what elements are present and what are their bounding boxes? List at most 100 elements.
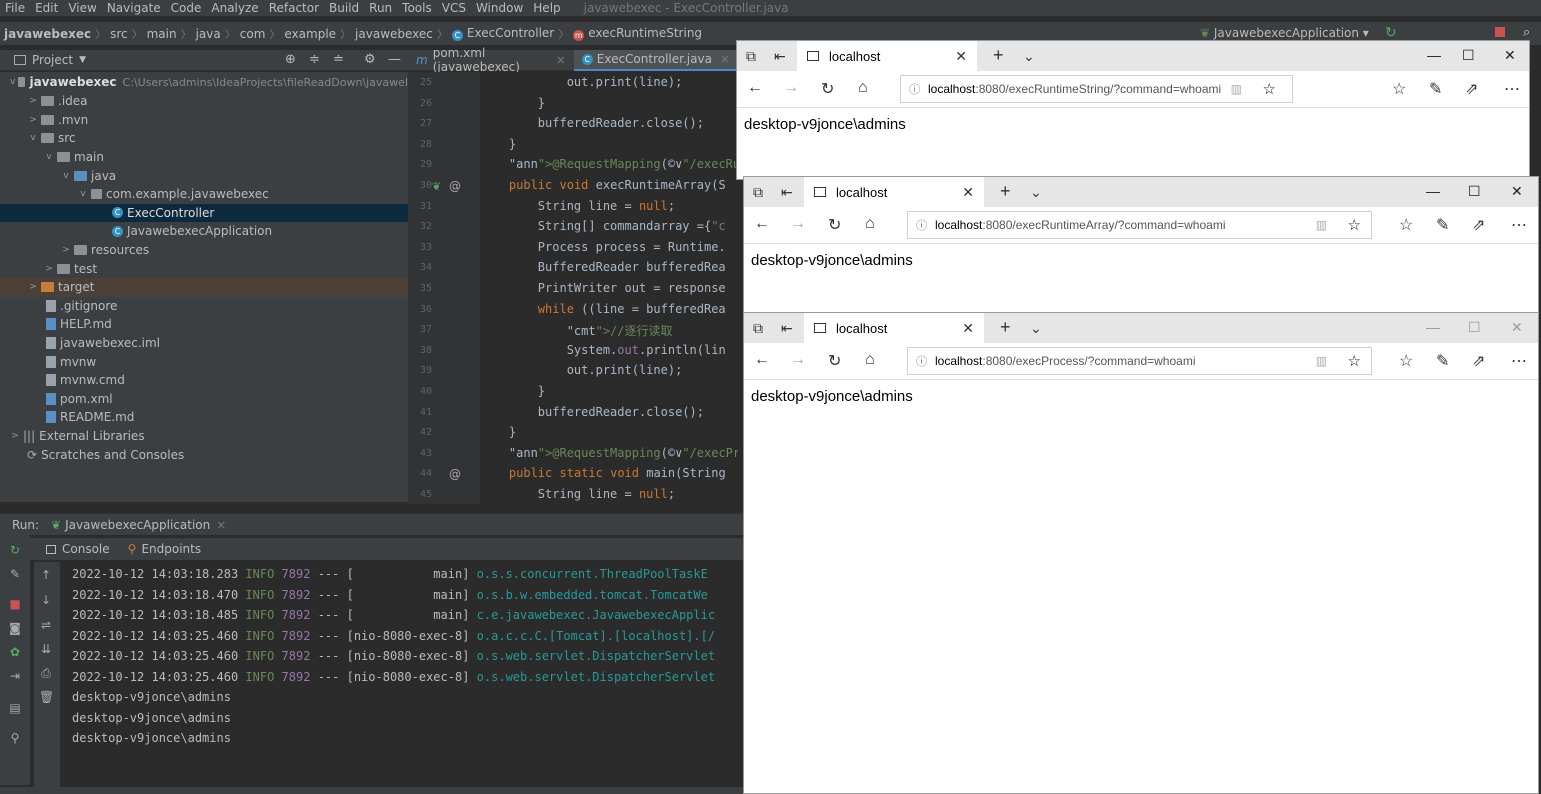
print-icon[interactable]: ⎙ [39,666,53,680]
tree-item-readme[interactable]: README.md [0,408,408,427]
tree-item-idea[interactable]: > .idea [0,92,408,111]
exit-icon[interactable]: ⇥ [8,669,22,683]
run-gutter-icon[interactable]: ❦ [432,180,441,193]
back-icon[interactable]: ← [747,79,763,97]
minimize-icon[interactable]: — [1427,47,1441,63]
reading-view-icon[interactable]: ▥ [1316,354,1327,368]
menu-refactor[interactable]: Refactor [264,1,324,15]
rerun-icon[interactable]: ↻ [8,543,22,557]
back-icon[interactable]: ← [754,215,770,233]
home-icon[interactable]: ⌂ [858,79,868,97]
close-icon[interactable]: × [556,53,566,67]
tab-actions-icon[interactable]: ⧉ [746,48,756,65]
browser-tab[interactable]: localhost ✕ [797,41,977,71]
project-title[interactable]: Project [32,53,73,67]
menu-analyze[interactable]: Analyze [206,1,263,15]
minimize-icon[interactable]: — [1426,319,1440,335]
set-aside-tabs-icon[interactable]: ⇤ [774,48,786,65]
tree-item-target[interactable]: > target [0,278,408,297]
reading-view-icon[interactable]: ▥ [1231,82,1242,96]
tree-item-main[interactable]: v main [0,148,408,167]
more-icon[interactable]: ⋯ [1504,79,1520,99]
pen-icon[interactable]: ✎ [1429,79,1442,99]
menu-navigate[interactable]: Navigate [102,1,166,15]
chevron-down-icon[interactable]: ⌄ [1023,48,1035,65]
debug-icon[interactable]: ✿ [8,645,22,659]
chevron-down-icon[interactable]: v [28,133,38,143]
crumb-project[interactable]: javawebexec [0,27,95,41]
chevron-right-icon[interactable]: > [44,264,54,274]
share-icon[interactable]: ⇗ [1465,79,1478,99]
tree-item-external-libraries[interactable]: > ||| External Libraries [0,427,408,446]
pen-icon[interactable]: ✎ [1436,351,1449,371]
endpoint-gutter-icon[interactable]: @ [449,467,461,481]
tab-actions-icon[interactable]: ⧉ [753,184,763,201]
camera-icon[interactable]: ◙ [8,621,22,635]
scroll-end-icon[interactable]: ⇊ [39,642,53,656]
chevron-down-icon[interactable]: v [78,189,88,199]
address-bar[interactable]: ⓘ localhost:8080/execRuntimeArray/?comma… [907,211,1372,239]
home-icon[interactable]: ⌂ [865,351,875,369]
tree-item-java[interactable]: v java [0,166,408,185]
layout-icon[interactable]: ▤ [8,701,22,715]
chevron-right-icon[interactable]: > [28,96,38,106]
chevron-down-icon[interactable]: v [44,152,54,162]
menu-tools[interactable]: Tools [397,1,437,15]
favorites-icon[interactable]: ☆ [1399,351,1413,371]
chevron-right-icon[interactable]: > [10,431,20,441]
reading-view-icon[interactable]: ▥ [1316,218,1327,232]
menu-run[interactable]: Run [364,1,397,15]
chevron-right-icon[interactable]: > [28,282,38,292]
tree-item-mvnw-cmd[interactable]: mvnw.cmd [0,371,408,390]
crumb-package[interactable]: javawebexec [351,27,437,41]
endpoint-gutter-icon[interactable]: @ [449,179,461,193]
rerun-icon[interactable]: ↻ [1385,25,1397,41]
share-icon[interactable]: ⇗ [1472,351,1485,371]
chevron-down-icon[interactable]: ⌄ [1030,184,1042,201]
gear-icon[interactable]: ⚙ [364,52,376,67]
crumb-class[interactable]: C ExecController [448,26,558,41]
favorites-icon[interactable]: ☆ [1399,215,1413,235]
close-tab-icon[interactable]: ✕ [962,184,974,201]
address-bar[interactable]: ⓘ localhost:8080/execProcess/?command=wh… [907,347,1372,375]
window-close-icon[interactable]: ✕ [1504,47,1516,64]
window-close-icon[interactable]: ✕ [1511,183,1523,200]
tree-item-pom[interactable]: pom.xml [0,390,408,409]
tree-item-package[interactable]: v com.example.javawebexec [0,185,408,204]
menu-build[interactable]: Build [324,1,364,15]
tab-execcontroller[interactable]: C ExecController.java × [573,49,738,71]
chevron-right-icon[interactable]: > [28,115,38,125]
arrow-up-icon[interactable]: ↑ [39,568,53,582]
new-tab-icon[interactable]: + [1000,181,1011,202]
tab-endpoints[interactable]: Endpoints [141,542,201,556]
collapse-all-icon[interactable]: ≐ [333,52,344,67]
share-icon[interactable]: ⇗ [1472,215,1485,235]
crumb-method[interactable]: m execRuntimeString [569,26,706,41]
menu-window[interactable]: Window [471,1,528,15]
tree-item-application[interactable]: C JavawebexecApplication [0,222,408,241]
window-close-icon[interactable]: ✕ [1511,319,1523,336]
forward-icon[interactable]: → [783,79,799,97]
tree-item-resources[interactable]: > resources [0,241,408,260]
close-icon[interactable]: × [216,518,226,532]
set-aside-tabs-icon[interactable]: ⇤ [781,184,793,201]
tab-actions-icon[interactable]: ⧉ [753,320,763,337]
tree-item-gitignore[interactable]: .gitignore [0,297,408,316]
minimize-icon[interactable]: — [1426,183,1440,199]
maximize-icon[interactable]: ☐ [1462,47,1475,64]
menu-file[interactable]: File [0,1,30,15]
forward-icon[interactable]: → [790,215,806,233]
wrench-icon[interactable]: ✎ [8,567,22,581]
stop-icon[interactable] [1495,27,1505,37]
locate-icon[interactable]: ⊕ [285,52,296,67]
tree-item-test[interactable]: > test [0,259,408,278]
crumb-com[interactable]: com [236,27,270,41]
favorite-star-icon[interactable]: ☆ [1263,80,1276,98]
crumb-example[interactable]: example [280,27,340,41]
close-tab-icon[interactable]: ✕ [955,48,967,65]
tree-item-scratches[interactable]: ⟳ Scratches and Consoles [0,445,408,464]
close-icon[interactable]: × [720,52,730,66]
more-icon[interactable]: ⋯ [1511,215,1527,235]
new-tab-icon[interactable]: + [993,45,1004,66]
menu-view[interactable]: View [63,1,101,15]
